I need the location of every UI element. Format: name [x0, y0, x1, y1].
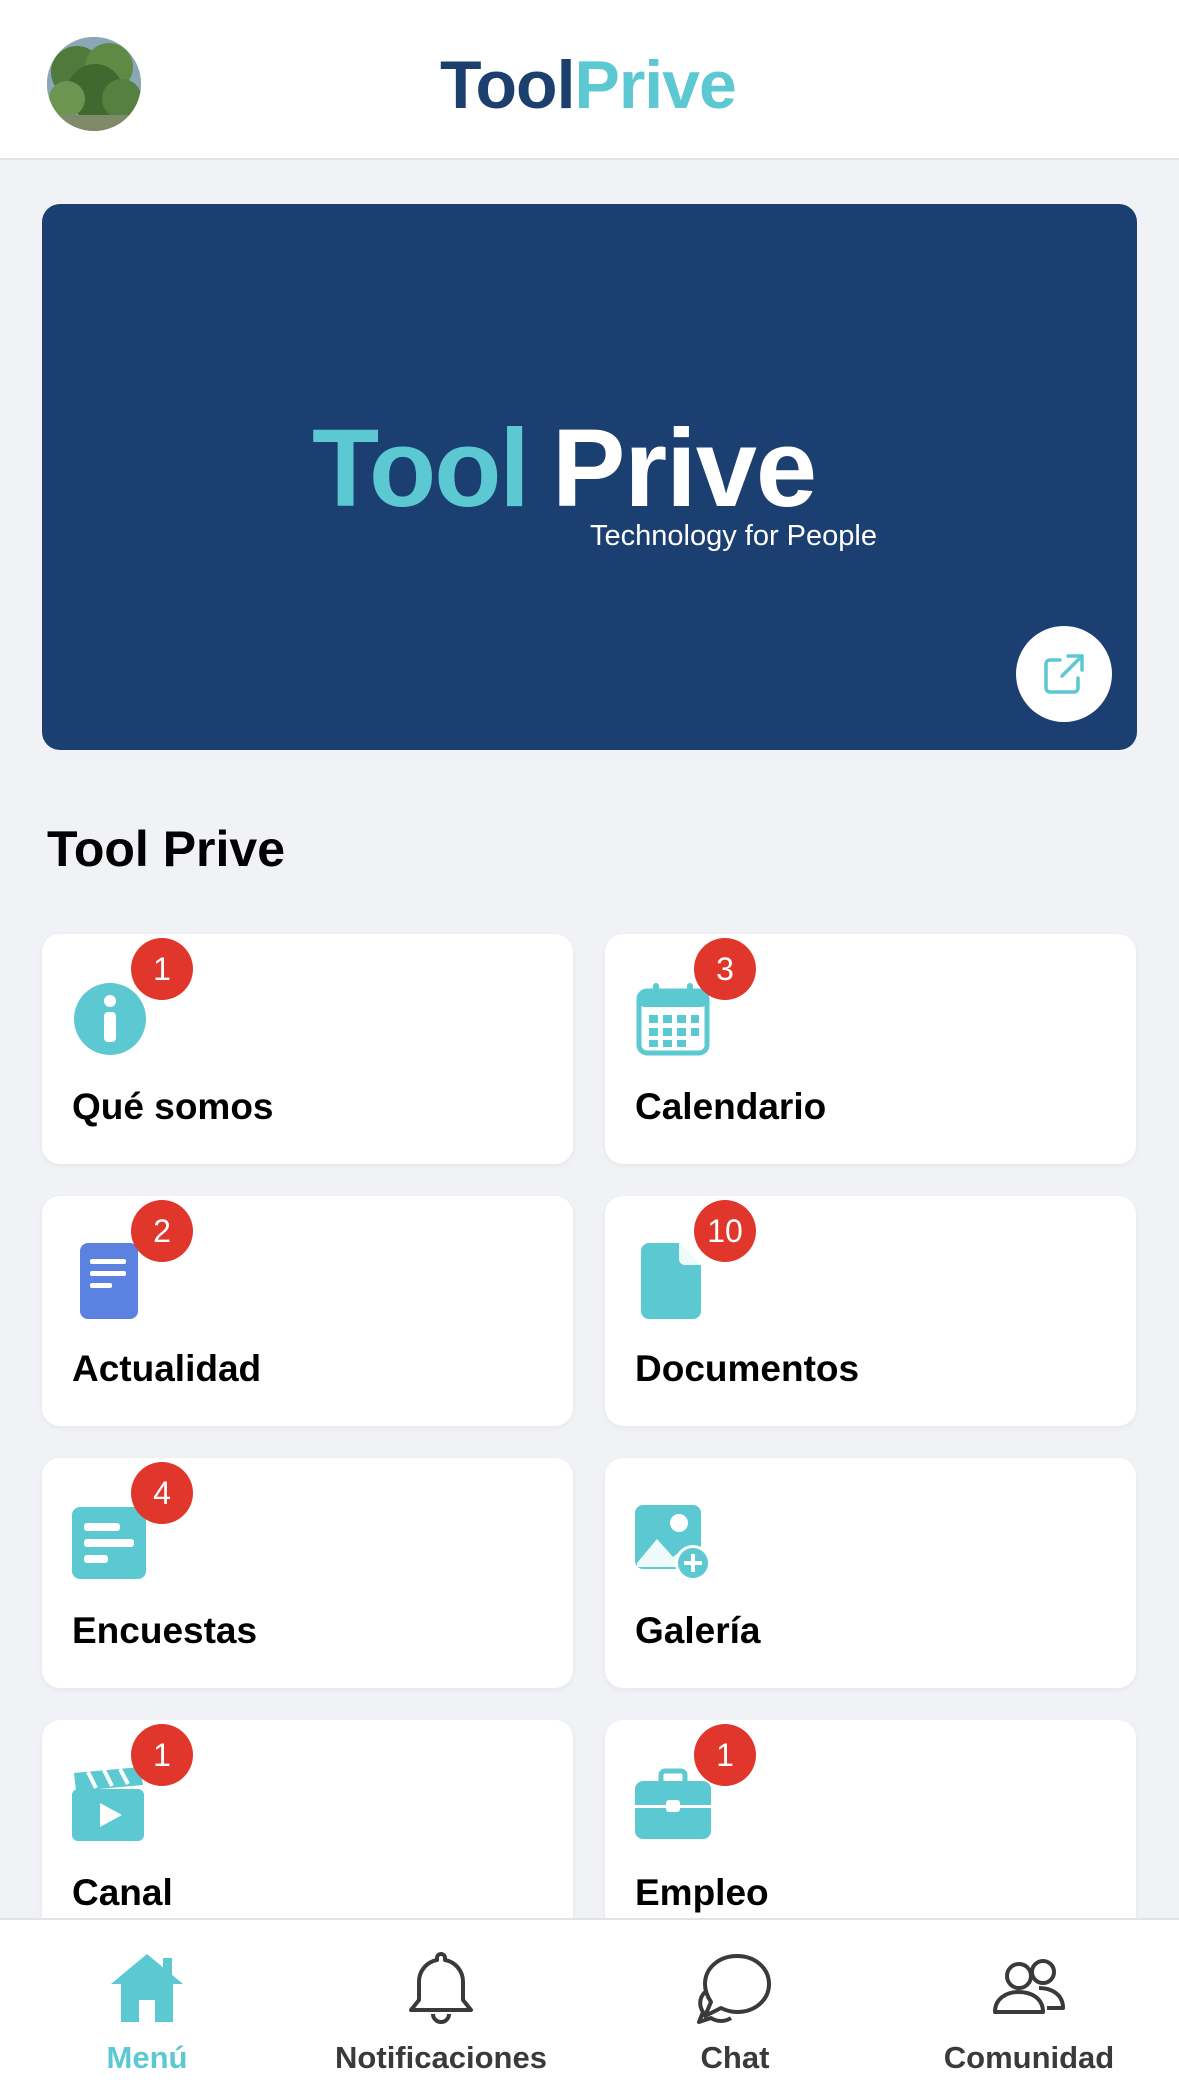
avatar-photo — [47, 37, 141, 131]
bell-icon — [409, 1952, 473, 2024]
header-logo-prive: Prive — [574, 47, 736, 123]
external-link-icon — [1044, 654, 1084, 694]
banner-logo: Tool Prive Technology for People — [312, 407, 877, 553]
news-document-icon — [80, 1243, 138, 1319]
header-logo-tool: Tool — [440, 47, 575, 123]
promo-banner[interactable]: Tool Prive Technology for People — [42, 204, 1137, 750]
badge-count: 3 — [694, 938, 756, 1000]
tile-encuestas[interactable]: 4 Encuestas — [42, 1458, 573, 1688]
tile-label: Galería — [635, 1610, 761, 1651]
section-title: Tool Prive — [47, 821, 286, 877]
tile-label: Canal — [72, 1872, 173, 1913]
tile-label: Empleo — [635, 1872, 769, 1913]
gallery-add-icon — [635, 1505, 711, 1581]
tile-label: Documentos — [635, 1348, 860, 1389]
badge-count: 1 — [131, 1724, 193, 1786]
chat-icon — [697, 1954, 771, 2024]
tile-calendario[interactable]: 3 Calendario — [605, 934, 1136, 1164]
tile-que-somos[interactable]: 1 Qué somos — [42, 934, 573, 1164]
tile-label: Calendario — [635, 1086, 827, 1127]
tile-empleo[interactable]: 1 Empleo — [605, 1720, 1136, 1950]
nav-chat[interactable]: Chat — [588, 1920, 882, 2096]
briefcase-icon — [635, 1768, 711, 1839]
tile-label: Qué somos — [72, 1086, 274, 1127]
nav-label: Menú — [106, 2040, 188, 2075]
nav-label: Comunidad — [943, 2040, 1115, 2075]
info-icon — [74, 983, 146, 1055]
tile-canal[interactable]: 1 Canal — [42, 1720, 573, 1950]
open-link-button[interactable] — [1016, 626, 1112, 722]
banner-logo-prive: Prive — [552, 407, 817, 530]
file-icon — [641, 1243, 701, 1319]
survey-icon — [72, 1507, 146, 1579]
nav-comunidad[interactable]: Comunidad — [882, 1920, 1176, 2096]
header-logo: ToolPrive — [440, 51, 737, 119]
tile-label: Actualidad — [72, 1348, 262, 1389]
home-icon — [111, 1954, 183, 2022]
badge-count: 1 — [694, 1724, 756, 1786]
calendar-icon — [636, 983, 710, 1056]
nav-menu[interactable]: Menú — [0, 1920, 294, 2096]
badge-count: 10 — [694, 1200, 756, 1262]
bottom-nav: Menú Notificaciones Chat Comunidad — [0, 1918, 1179, 2096]
badge-count: 1 — [131, 938, 193, 1000]
app-header: ToolPrive — [0, 0, 1179, 160]
tile-galeria[interactable]: Galería — [605, 1458, 1136, 1688]
video-channel-icon — [72, 1767, 144, 1841]
avatar[interactable] — [47, 37, 141, 131]
community-icon — [993, 1959, 1065, 2014]
nav-label: Notificaciones — [335, 2040, 547, 2075]
tile-actualidad[interactable]: 2 Actualidad — [42, 1196, 573, 1426]
badge-count: 4 — [131, 1462, 193, 1524]
tile-label: Encuestas — [72, 1610, 258, 1651]
nav-label: Chat — [700, 2040, 770, 2075]
banner-tagline: Technology for People — [590, 520, 877, 552]
nav-notificaciones[interactable]: Notificaciones — [294, 1920, 588, 2096]
tile-documentos[interactable]: 10 Documentos — [605, 1196, 1136, 1426]
badge-count: 2 — [131, 1200, 193, 1262]
banner-logo-tool: Tool — [312, 407, 530, 530]
